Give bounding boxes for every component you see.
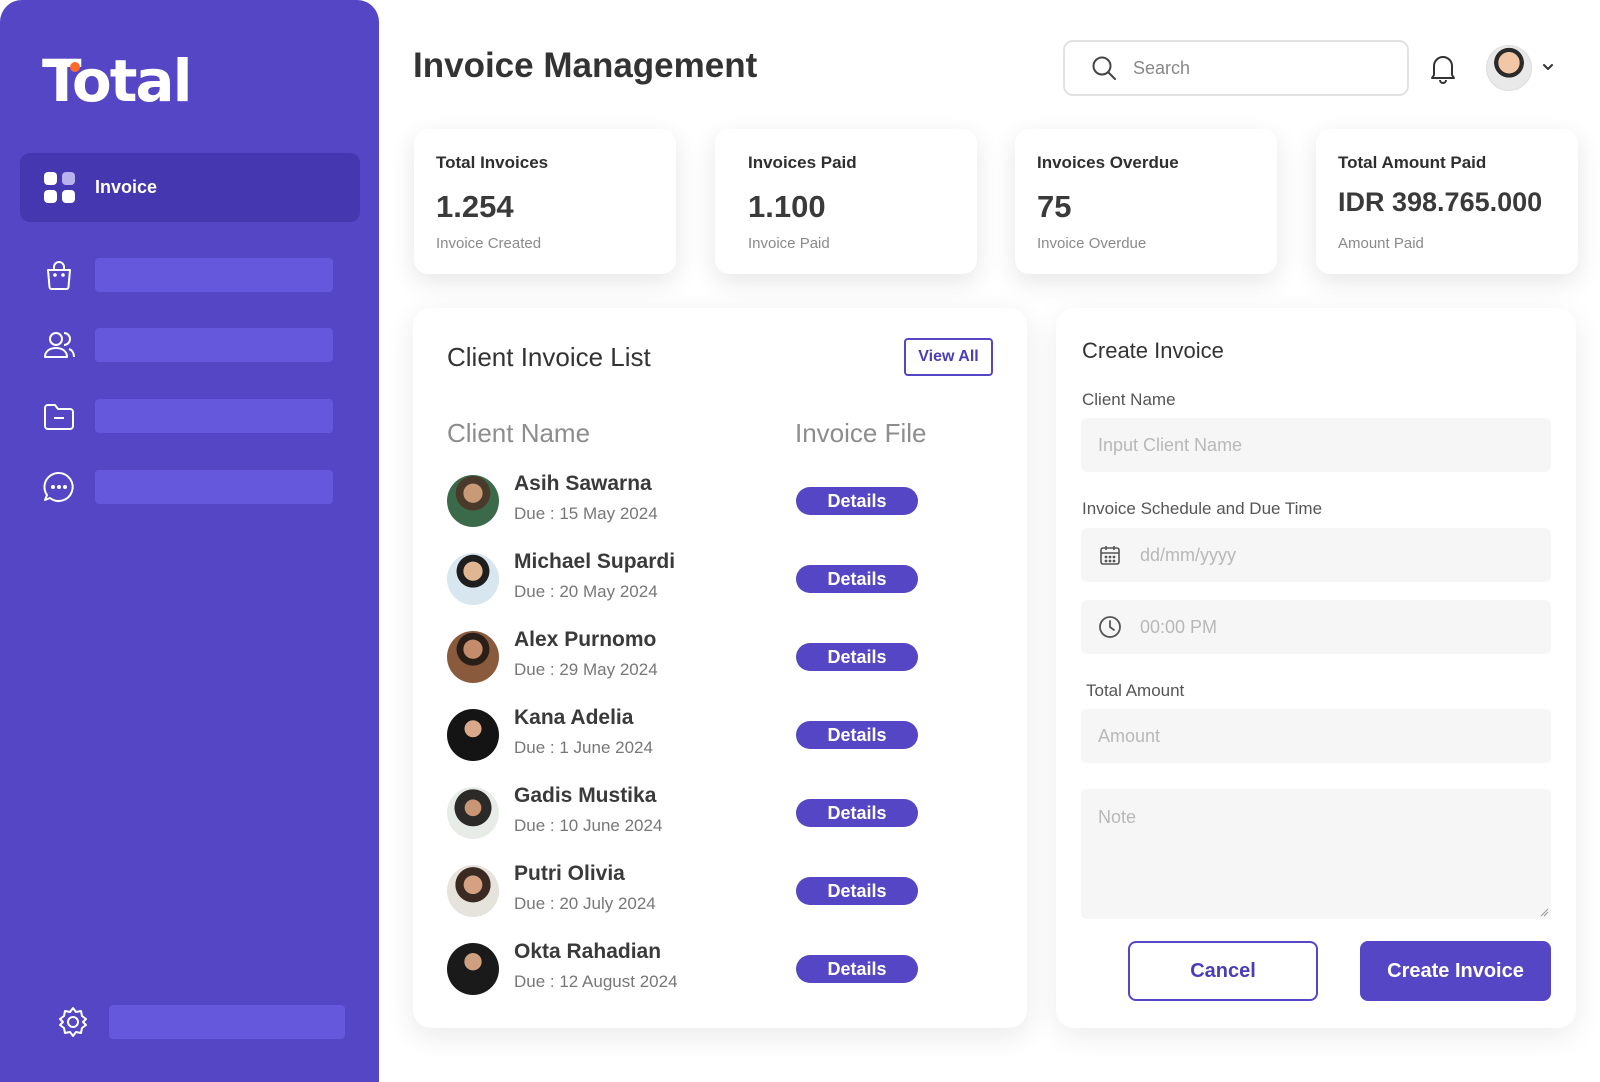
client-name-label: Client Name: [1082, 390, 1176, 409]
clock-icon: [1099, 616, 1121, 638]
details-button[interactable]: Details: [796, 487, 918, 515]
stat-card-total-amount-paid: Total Amount Paid IDR 398.765.000 Amount…: [1316, 129, 1578, 274]
cancel-button[interactable]: Cancel: [1128, 941, 1318, 1001]
shopping-bag-icon: [47, 261, 71, 290]
stat-value: 1.254: [436, 189, 514, 224]
bell-icon[interactable]: [1429, 52, 1457, 84]
avatar: [447, 943, 499, 995]
client-name: Alex Purnomo: [514, 628, 657, 651]
avatar: [447, 475, 499, 527]
stat-value: 1.100: [748, 189, 826, 224]
view-all-button[interactable]: View All: [904, 338, 993, 376]
details-button[interactable]: Details: [796, 643, 918, 671]
sidebar-item-placeholder: [109, 1005, 345, 1039]
stat-title: Invoices Overdue: [1037, 153, 1179, 172]
resize-handle-icon[interactable]: [1539, 907, 1549, 917]
calendar-icon: [1100, 546, 1120, 565]
folder-icon: [44, 404, 74, 430]
search-icon: [1092, 56, 1116, 80]
stat-value: 75: [1037, 189, 1072, 224]
user-avatar[interactable]: [1486, 45, 1532, 91]
client-name-placeholder: Input Client Name: [1098, 434, 1243, 455]
client-due-date: Due : 1 June 2024: [514, 738, 653, 757]
sidebar-item-settings[interactable]: [56, 1003, 356, 1041]
stat-title: Total Amount Paid: [1338, 153, 1487, 172]
sidebar: Total Invoice: [0, 0, 379, 1082]
sidebar-item-placeholder: [95, 328, 333, 362]
client-name: Okta Rahadian: [514, 940, 662, 963]
create-invoice-button[interactable]: Create Invoice: [1360, 941, 1551, 1001]
client-name: Michael Supardi: [514, 550, 676, 573]
note-placeholder: Note: [1098, 807, 1137, 827]
sidebar-item-shop[interactable]: [42, 256, 342, 294]
sidebar-item-placeholder: [95, 470, 333, 504]
time-placeholder: 00:00 PM: [1140, 616, 1218, 637]
details-button[interactable]: Details: [796, 955, 918, 983]
client-due-date: Due : 15 May 2024: [514, 504, 658, 523]
date-placeholder: dd/mm/yyyy: [1140, 544, 1237, 565]
list-title: Client Invoice List: [447, 342, 651, 372]
avatar: [447, 631, 499, 683]
details-button[interactable]: Details: [796, 799, 918, 827]
client-due-date: Due : 29 May 2024: [514, 660, 658, 679]
avatar: [447, 865, 499, 917]
sidebar-item-label: Invoice: [95, 177, 158, 197]
logo-dot: [70, 62, 80, 72]
stat-title: Total Invoices: [436, 153, 549, 172]
details-button[interactable]: Details: [796, 721, 918, 749]
stat-card-invoices-overdue: Invoices Overdue 75 Invoice Overdue: [1015, 129, 1277, 274]
avatar: [447, 787, 499, 839]
details-button[interactable]: Details: [796, 565, 918, 593]
stat-title: Invoices Paid: [748, 153, 857, 172]
form-title: Create Invoice: [1082, 338, 1224, 363]
stat-card-invoices-paid: Invoices Paid 1.100 Invoice Paid: [715, 129, 977, 274]
sidebar-item-folder[interactable]: [42, 397, 342, 435]
stat-subtitle: Invoice Overdue: [1037, 235, 1147, 252]
stat-card-total-invoices: Total Invoices 1.254 Invoice Created: [414, 129, 676, 274]
avatar: [447, 709, 499, 761]
date-field[interactable]: dd/mm/yyyy: [1081, 528, 1551, 582]
column-header-client-name: Client Name: [447, 418, 591, 448]
client-name: Gadis Mustika: [514, 784, 657, 807]
schedule-label: Invoice Schedule and Due Time: [1082, 499, 1323, 518]
chevron-down-icon[interactable]: [1541, 60, 1555, 74]
chat-icon: [43, 471, 74, 502]
sidebar-item-placeholder: [95, 258, 333, 292]
avatar: [447, 553, 499, 605]
stat-subtitle: Amount Paid: [1338, 235, 1424, 252]
search-input[interactable]: [1133, 57, 1373, 79]
search-box[interactable]: [1063, 40, 1409, 96]
client-name-field[interactable]: Input Client Name: [1081, 418, 1551, 472]
client-due-date: Due : 10 June 2024: [514, 816, 663, 835]
client-due-date: Due : 20 May 2024: [514, 582, 658, 601]
sidebar-item-users[interactable]: [42, 326, 342, 364]
page-title: Invoice Management: [413, 46, 758, 85]
stat-subtitle: Invoice Created: [436, 235, 542, 252]
column-header-invoice-file: Invoice File: [795, 418, 927, 448]
client-due-date: Due : 12 August 2024: [514, 972, 678, 991]
create-invoice-form: Create Invoice Client Name Input Client …: [1056, 308, 1576, 1028]
note-field[interactable]: Note: [1081, 789, 1551, 919]
sidebar-item-chat[interactable]: [42, 468, 342, 506]
client-due-date: Due : 20 July 2024: [514, 894, 656, 913]
amount-field[interactable]: Amount: [1081, 709, 1551, 763]
details-button[interactable]: Details: [796, 877, 918, 905]
sidebar-item-invoice[interactable]: Invoice: [20, 153, 360, 222]
stat-value: IDR 398.765.000: [1338, 187, 1543, 217]
time-field[interactable]: 00:00 PM: [1081, 600, 1551, 654]
gear-icon: [59, 1007, 87, 1037]
total-amount-label: Total Amount: [1086, 681, 1185, 700]
amount-placeholder: Amount: [1098, 725, 1161, 746]
sidebar-item-placeholder: [95, 399, 333, 433]
brand-logo: Total: [42, 47, 192, 115]
client-name: Putri Olivia: [514, 862, 625, 885]
users-icon: [44, 332, 75, 358]
stat-subtitle: Invoice Paid: [748, 235, 830, 252]
grid-icon: [44, 172, 75, 203]
client-name: Asih Sawarna: [514, 472, 652, 495]
client-name: Kana Adelia: [514, 706, 634, 729]
